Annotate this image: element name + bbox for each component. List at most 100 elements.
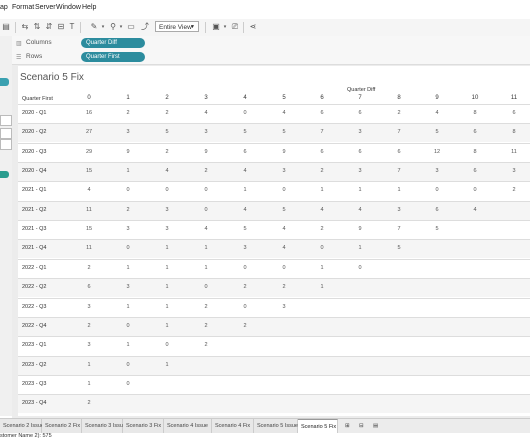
row-header[interactable]: 2023 - Q3 <box>22 381 46 387</box>
table-cell[interactable]: 3 <box>276 304 292 310</box>
table-cell[interactable]: 4 <box>467 207 483 213</box>
table-cell[interactable]: 27 <box>81 129 97 135</box>
table-cell[interactable]: 0 <box>467 187 483 193</box>
table-cell[interactable]: 6 <box>352 149 368 155</box>
table-cell[interactable]: 0 <box>276 265 292 271</box>
table-cell[interactable]: 1 <box>198 265 214 271</box>
table-cell[interactable]: 0 <box>237 304 253 310</box>
row-header[interactable]: 2022 - Q4 <box>22 323 46 329</box>
row-header[interactable]: 2021 - Q3 <box>22 226 46 232</box>
table-cell[interactable]: 3 <box>120 129 136 135</box>
table-cell[interactable]: 4 <box>276 110 292 116</box>
table-cell[interactable]: 0 <box>352 265 368 271</box>
table-cell[interactable]: 7 <box>391 129 407 135</box>
table-cell[interactable]: 4 <box>198 226 214 232</box>
table-cell[interactable]: 4 <box>276 245 292 251</box>
table-cell[interactable]: 8 <box>467 110 483 116</box>
table-cell[interactable]: 5 <box>276 129 292 135</box>
table-cell[interactable]: 2 <box>81 265 97 271</box>
table-cell[interactable]: 12 <box>429 149 445 155</box>
table-cell[interactable]: 1 <box>159 284 175 290</box>
table-cell[interactable]: 3 <box>276 168 292 174</box>
column-header[interactable]: 0 <box>79 95 99 101</box>
table-cell[interactable]: 15 <box>81 168 97 174</box>
row-header[interactable]: 2022 - Q2 <box>22 284 46 290</box>
table-cell[interactable]: 1 <box>120 342 136 348</box>
share-icon[interactable]: ⋖ <box>248 22 258 32</box>
table-cell[interactable]: 6 <box>237 149 253 155</box>
table-cell[interactable]: 0 <box>120 187 136 193</box>
table-cell[interactable]: 4 <box>159 168 175 174</box>
sidebar-field-box[interactable] <box>0 115 12 126</box>
table-cell[interactable]: 2 <box>159 110 175 116</box>
row-header[interactable]: 2021 - Q2 <box>22 207 46 213</box>
sheet-tab[interactable]: Scenario 3 Issue <box>82 419 126 433</box>
table-cell[interactable]: 3 <box>237 245 253 251</box>
highlight-icon[interactable]: ✎ <box>88 22 100 32</box>
table-cell[interactable]: 0 <box>237 265 253 271</box>
table-cell[interactable]: 0 <box>120 362 136 368</box>
table-cell[interactable]: 1 <box>314 187 330 193</box>
column-header[interactable]: 6 <box>312 95 332 101</box>
row-header[interactable]: 2022 - Q3 <box>22 304 46 310</box>
table-cell[interactable]: 5 <box>237 226 253 232</box>
table-cell[interactable]: 29 <box>81 149 97 155</box>
table-cell[interactable]: 2 <box>391 110 407 116</box>
menu-map[interactable]: ap <box>0 4 8 11</box>
table-cell[interactable]: 1 <box>159 304 175 310</box>
chevron-down-icon[interactable]: ▾ <box>118 22 124 32</box>
table-cell[interactable]: 6 <box>467 168 483 174</box>
table-cell[interactable]: 3 <box>391 207 407 213</box>
table-cell[interactable]: 0 <box>120 323 136 329</box>
table-cell[interactable]: 6 <box>391 149 407 155</box>
new-worksheet-icon[interactable]: ⊞ <box>342 419 355 433</box>
sheet-tab[interactable]: Scenario 4 Issue <box>164 419 212 433</box>
table-cell[interactable]: 11 <box>506 149 522 155</box>
table-cell[interactable]: 2 <box>198 342 214 348</box>
table-cell[interactable]: 3 <box>429 168 445 174</box>
table-cell[interactable]: 11 <box>81 207 97 213</box>
presentation-icon[interactable]: ⎚ <box>230 22 240 32</box>
table-cell[interactable]: 6 <box>506 110 522 116</box>
table-cell[interactable]: 2 <box>81 400 97 406</box>
table-cell[interactable]: 2 <box>314 168 330 174</box>
table-cell[interactable]: 1 <box>120 168 136 174</box>
table-cell[interactable]: 4 <box>276 226 292 232</box>
column-header[interactable]: 4 <box>235 95 255 101</box>
table-cell[interactable]: 1 <box>352 187 368 193</box>
sidebar-green-tag[interactable] <box>0 171 9 178</box>
row-header[interactable]: 2020 - Q2 <box>22 129 46 135</box>
table-cell[interactable]: 4 <box>237 168 253 174</box>
row-header[interactable]: 2021 - Q4 <box>22 245 46 251</box>
table-cell[interactable]: 6 <box>314 149 330 155</box>
table-cell[interactable]: 1 <box>159 362 175 368</box>
table-cell[interactable]: 0 <box>159 187 175 193</box>
table-cell[interactable]: 2 <box>81 323 97 329</box>
fit-dropdown[interactable]: Entire View ▼ <box>155 21 199 32</box>
table-cell[interactable]: 2 <box>237 323 253 329</box>
table-cell[interactable]: 1 <box>352 245 368 251</box>
table-cell[interactable]: 1 <box>120 265 136 271</box>
table-cell[interactable]: 1 <box>314 284 330 290</box>
sheet-tab[interactable]: Scenario 2 Issue <box>0 419 44 433</box>
tooltip-icon[interactable]: ▭ <box>126 22 136 32</box>
table-cell[interactable]: 5 <box>159 129 175 135</box>
row-header[interactable]: 2020 - Q4 <box>22 168 46 174</box>
show-me-icon[interactable]: ▣ <box>210 22 222 32</box>
sheet-tab[interactable]: Scenario 5 Fix <box>298 419 338 433</box>
table-cell[interactable]: 4 <box>198 110 214 116</box>
table-cell[interactable]: 0 <box>198 207 214 213</box>
menu-window[interactable]: Window <box>56 4 81 11</box>
table-cell[interactable]: 3 <box>352 129 368 135</box>
table-cell[interactable]: 3 <box>352 168 368 174</box>
table-cell[interactable]: 6 <box>467 129 483 135</box>
table-cell[interactable]: 7 <box>391 226 407 232</box>
sheet-tab[interactable]: Scenario 4 Fix <box>212 419 254 433</box>
row-header[interactable]: 2020 - Q3 <box>22 149 46 155</box>
table-cell[interactable]: 1 <box>198 245 214 251</box>
group-icon[interactable]: ⊟ <box>56 22 66 32</box>
table-cell[interactable]: 1 <box>314 265 330 271</box>
table-cell[interactable]: 4 <box>352 207 368 213</box>
menu-help[interactable]: Help <box>82 4 96 11</box>
menu-server[interactable]: Server <box>35 4 56 11</box>
